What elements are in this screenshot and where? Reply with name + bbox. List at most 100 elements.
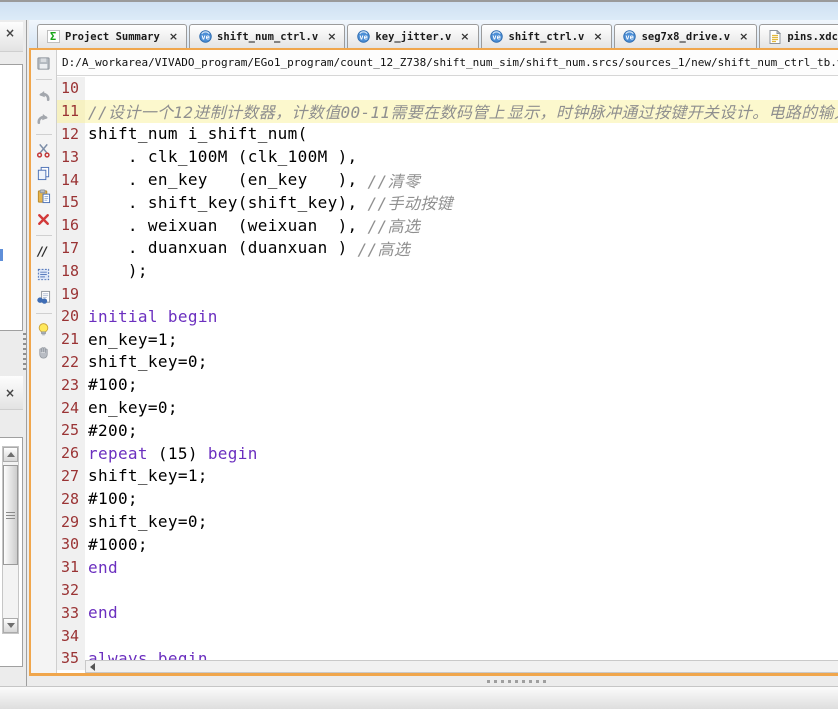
scrollbar-grip	[6, 512, 15, 519]
tab-seg7x8-drive-v[interactable]: ve seg7x8_drive.v ×	[613, 24, 758, 48]
toggle-comment-icon[interactable]: //	[35, 243, 53, 260]
save-icon[interactable]	[35, 55, 53, 72]
verilog-file-icon: ve	[356, 30, 370, 44]
toolbar-separator	[35, 79, 52, 80]
line-text: shift_key=1;	[85, 465, 838, 488]
comment-token: //高选	[357, 239, 411, 259]
line-number: 31	[57, 555, 85, 579]
tab-pins-xdc[interactable]: pins.xdc×	[759, 24, 838, 48]
line-number: 20	[57, 304, 85, 328]
code-line: 29 shift_key=0;	[57, 510, 838, 533]
file-path: D:/A_workarea/VIVADO_program/EGo1_progra…	[62, 56, 838, 69]
code-token: shift_key=0;	[88, 352, 208, 372]
undo-icon[interactable]	[35, 87, 53, 104]
scrollbar-track[interactable]	[99, 661, 838, 672]
tab-close-icon[interactable]: ×	[169, 30, 178, 43]
horizontal-scrollbar[interactable]	[85, 660, 838, 673]
line-number: 18	[57, 259, 85, 283]
vertical-splitter-handle[interactable]	[23, 333, 26, 370]
tree-item-icon	[0, 249, 3, 261]
code-line: 18 );	[57, 259, 838, 283]
copy-icon[interactable]	[35, 165, 53, 182]
tab-close-icon[interactable]: ×	[739, 30, 748, 43]
tab-project-summary[interactable]: Σ Project Summary ×	[37, 24, 188, 48]
left-panel-header-bottom: ×	[0, 376, 23, 410]
line-text: . duanxuan (duanxuan ) //高选	[85, 237, 838, 260]
close-icon[interactable]: ×	[0, 376, 15, 399]
line-number: 27	[57, 464, 85, 488]
line-number: 33	[57, 601, 85, 625]
cut-icon[interactable]	[35, 142, 53, 159]
svg-text://: //	[36, 245, 48, 259]
code-line: 13 . clk_100M (clk_100M ),	[57, 145, 838, 169]
code-line: 33 end	[57, 601, 838, 625]
scrollbar-thumb[interactable]	[3, 465, 18, 565]
code-token: . weixuan (weixuan ),	[88, 215, 368, 235]
tab-close-icon[interactable]: ×	[327, 30, 336, 43]
window-top-strip	[0, 0, 838, 20]
tab-close-icon[interactable]: ×	[460, 30, 469, 43]
tab-shift-ctrl-v[interactable]: ve shift_ctrl.v ×	[480, 24, 612, 48]
paste-icon[interactable]	[35, 188, 53, 205]
line-number: 32	[57, 578, 85, 602]
verilog-file-icon: ve	[623, 30, 637, 44]
svg-text:ve: ve	[492, 33, 500, 41]
code-line: 17 . duanxuan (duanxuan ) //高选	[57, 236, 838, 260]
scroll-down-button[interactable]	[3, 618, 18, 633]
scroll-left-button[interactable]	[86, 661, 99, 672]
keyword-token: begin	[207, 443, 258, 463]
line-number: 26	[57, 441, 85, 465]
line-number: 12	[57, 122, 85, 146]
tab-key-jitter-v[interactable]: ve key_jitter.v ×	[347, 24, 479, 48]
arrow-left-icon	[90, 662, 95, 671]
code-line: 12 shift_num i_shift_num(	[57, 122, 838, 146]
toolbar-separator	[35, 235, 52, 236]
code-token: . shift_key(shift_key),	[88, 192, 368, 212]
delete-icon[interactable]	[35, 211, 53, 228]
comment-token: 显示，时钟脉冲通过按键开关设计。电路的输入信号en进行	[506, 103, 838, 123]
code-token: #200;	[88, 420, 138, 440]
line-text: shift_key=0;	[85, 510, 838, 533]
find-in-file-icon[interactable]	[35, 289, 53, 306]
line-number: 15	[57, 190, 85, 214]
code-area[interactable]: 10 11//设计一个12进制计数器，计数值00-11需要在数码管上 显示，时钟脉冲…	[57, 76, 838, 673]
code-token: #100;	[88, 375, 138, 395]
tips-icon[interactable]	[35, 321, 53, 338]
tab-close-icon[interactable]: ×	[593, 30, 602, 43]
block-select-icon[interactable]	[35, 266, 53, 283]
sigma-icon: Σ	[46, 30, 60, 44]
svg-text:ve: ve	[201, 33, 209, 41]
line-text: #1000;	[85, 533, 838, 556]
code-token: . clk_100M (clk_100M ),	[88, 147, 358, 167]
tab-label: shift_ctrl.v	[508, 30, 585, 43]
code-line: 28 #100;	[57, 487, 838, 511]
code-line: 23 #100;	[57, 373, 838, 397]
code-line: 24 en_key=0;	[57, 396, 838, 419]
svg-text:ve: ve	[625, 33, 633, 41]
line-text: //设计一个12进制计数器，计数值00-11需要在数码管上 显示，时钟脉冲通过按键…	[85, 100, 838, 123]
verilog-file-icon: ve	[198, 30, 212, 44]
toolbar-separator	[35, 313, 52, 314]
horizontal-splitter-handle[interactable]	[487, 680, 546, 683]
redo-icon[interactable]	[35, 110, 53, 127]
code-line: 27 shift_key=1;	[57, 464, 838, 488]
tab-shift-num-ctrl-v[interactable]: ve shift_num_ctrl.v ×	[189, 24, 346, 48]
close-icon[interactable]: ×	[0, 22, 15, 39]
code-token: #1000;	[88, 534, 148, 554]
comment-token: //手动按键	[367, 194, 453, 214]
hand-icon[interactable]	[35, 344, 53, 361]
line-number: 19	[57, 282, 85, 305]
line-number: 34	[57, 624, 85, 647]
bottom-panel-strip	[0, 686, 838, 709]
left-vertical-scrollbar[interactable]	[2, 446, 19, 634]
code-line: 22 shift_key=0;	[57, 350, 838, 374]
line-text: end	[85, 601, 838, 624]
verilog-file-icon: ve	[490, 30, 504, 44]
scroll-up-button[interactable]	[3, 447, 18, 462]
line-text: repeat (15) begin	[85, 442, 838, 465]
keyword-token: end	[88, 603, 118, 623]
code-line: 10	[57, 77, 838, 100]
code-token: shift_key=0;	[88, 512, 208, 532]
svg-text:Σ: Σ	[49, 32, 55, 43]
line-number: 10	[57, 77, 85, 100]
